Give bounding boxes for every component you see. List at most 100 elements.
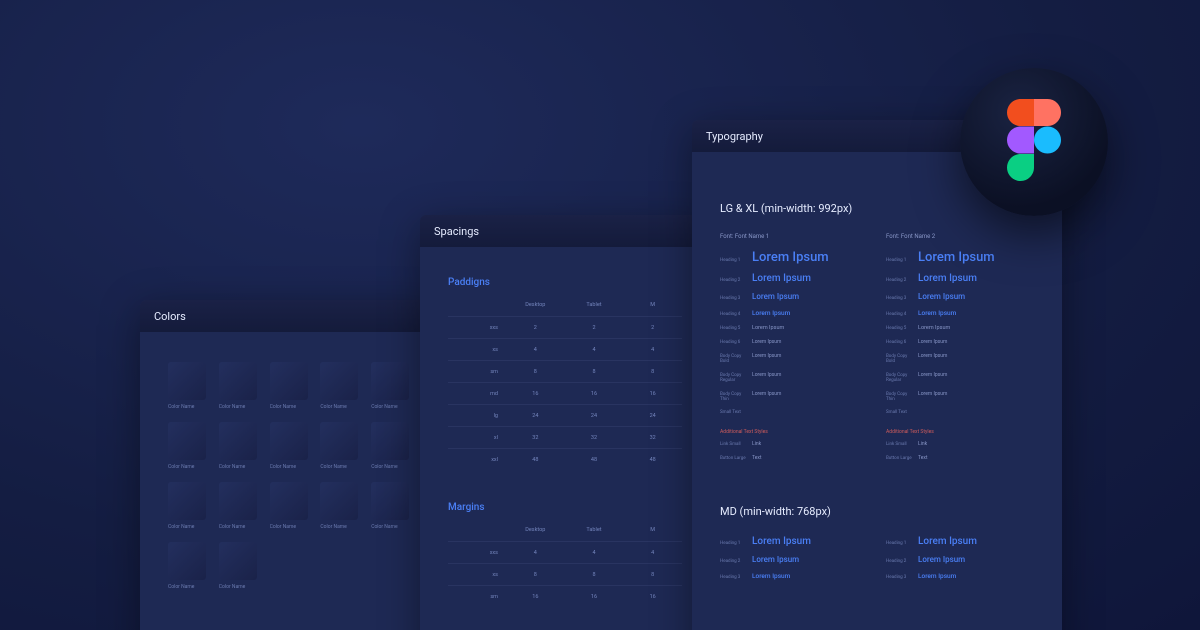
color-swatch[interactable]: Color Name [320,362,361,410]
type-row: Link SmallLink [720,441,868,447]
spacing-value: 16 [506,391,565,397]
type-row: Heading 2 Lorem Ipsum [720,273,868,284]
color-swatch[interactable]: Color Name [168,422,209,470]
spacing-value: 16 [565,391,624,397]
font-column: Font: Font Name 1Heading 1Lorem IpsumHea… [720,233,868,469]
color-swatch[interactable]: Color Name [219,422,260,470]
type-row: Heading 4Lorem Ipsum [886,309,1034,317]
spacing-row: xl323232 [448,426,682,448]
margins-col-0: Desktop [506,527,565,533]
paddings-rows: xxs222xs444sm888md161616lg242424xl323232… [448,316,682,470]
color-swatch[interactable]: Color Name [219,362,260,410]
type-tag: Heading 6 [886,340,912,345]
color-swatch[interactable]: Color Name [371,482,412,530]
panel-spacings-body: Paddigns Desktop Tablet M xxs222xs444sm8… [420,247,710,630]
additional-styles-label: Additional Text Styles [886,429,1034,435]
spacing-value: 8 [623,369,682,375]
type-tag: Link Small [886,442,912,447]
margins-col-1: Tablet [565,527,624,533]
type-tag: Heading 2 [720,559,746,564]
type-tag: Heading 6 [720,340,746,345]
color-swatch[interactable]: Color Name [168,542,209,590]
type-row: Heading 1Lorem Ipsum [720,536,868,547]
color-swatch-label: Color Name [219,524,260,530]
type-row: Heading 3Lorem Ipsum [886,572,1034,580]
paddings-col-2: M [623,302,682,308]
type-sample: Lorem Ipsum [752,555,799,564]
type-tag: Heading 4 [720,312,746,317]
panel-spacings-header: Spacings [420,215,710,247]
color-swatch[interactable]: Color Name [371,362,412,410]
type-row: Heading 3Lorem Ipsum [720,292,868,301]
color-swatch[interactable]: Color Name [320,482,361,530]
type-row: Heading 5Lorem Ipsum [886,325,1034,331]
type-tag: Body Copy Thin [720,392,746,402]
color-swatch[interactable]: Color Name [219,482,260,530]
type-tag: Heading 1 [886,258,912,263]
spacing-row: xs444 [448,338,682,360]
type-sample: Lorem Ipsum [752,250,829,265]
color-swatch[interactable]: Color Name [219,542,260,590]
color-swatch[interactable]: Color Name [168,482,209,530]
type-tag: Heading 3 [720,575,746,580]
color-swatch-box [371,482,409,520]
type-tag: Heading 1 [886,541,912,546]
type-sample: Lorem Ipsum [752,372,781,378]
type-row: Heading 2 Lorem Ipsum [720,555,868,564]
panel-typography-title: Typography [706,130,763,143]
type-sample: Lorem Ipsum [752,339,781,345]
panel-colors-body: Color NameColor NameColor NameColor Name… [140,332,440,620]
type-sample: Lorem Ipsum [918,572,956,580]
spacing-value: 2 [623,325,682,331]
spacing-key: lg [448,413,506,419]
panel-colors-header: Colors [140,300,440,332]
type-tag: Heading 2 [886,278,912,283]
color-swatch-box [371,422,409,460]
color-swatch[interactable]: Color Name [371,422,412,470]
color-swatch-box [168,482,206,520]
spacing-value: 4 [623,347,682,353]
type-tag: Heading 2 [720,278,746,283]
panel-spacings-title: Spacings [434,225,479,238]
color-swatch-box [320,482,358,520]
color-swatch-label: Color Name [219,464,260,470]
paddings-title: Paddigns [448,277,682,288]
spacing-value: 2 [506,325,565,331]
type-sample: Lorem Ipsum [752,536,811,547]
color-swatch[interactable]: Color Name [270,482,311,530]
type-row: Body Copy ThinLorem Ipsum [886,391,1034,402]
spacing-row: md161616 [448,382,682,404]
color-swatch-box [320,362,358,400]
type-tag: Button Large [886,456,912,461]
paddings-col-0: Desktop [506,302,565,308]
type-row: Heading 1Lorem Ipsum [886,250,1034,265]
color-swatch[interactable]: Color Name [168,362,209,410]
color-swatch[interactable]: Color Name [270,422,311,470]
type-sample: Lorem Ipsum [752,572,790,580]
spacing-value: 4 [506,347,565,353]
type-sample: Lorem Ipsum [918,292,965,301]
type-row: Heading 2Lorem Ipsum [886,555,1034,564]
spacing-value: 8 [506,369,565,375]
spacing-key: md [448,391,506,397]
color-swatch[interactable]: Color Name [270,362,311,410]
spacing-row: lg242424 [448,404,682,426]
breakpoint-title: LG & XL (min-width: 992px) [720,202,1034,215]
color-swatch-box [320,422,358,460]
color-swatch-box [270,362,308,400]
color-swatch[interactable]: Color Name [320,422,361,470]
spacing-value: 8 [623,572,682,578]
type-sample: Lorem Ipsum [752,273,811,284]
type-row: Body Copy RegularLorem Ipsum [886,372,1034,383]
type-row: Heading 3Lorem Ipsum [886,292,1034,301]
color-swatch-label: Color Name [219,584,260,590]
breakpoint-title: MD (min-width: 768px) [720,505,1034,518]
color-swatch-box [270,422,308,460]
color-swatch-box [168,362,206,400]
spacing-row: sm888 [448,360,682,382]
type-tag: Heading 4 [886,312,912,317]
color-swatch-box [219,422,257,460]
color-swatch-label: Color Name [270,404,311,410]
additional-styles-label: Additional Text Styles [720,429,868,435]
color-swatch-label: Color Name [320,404,361,410]
